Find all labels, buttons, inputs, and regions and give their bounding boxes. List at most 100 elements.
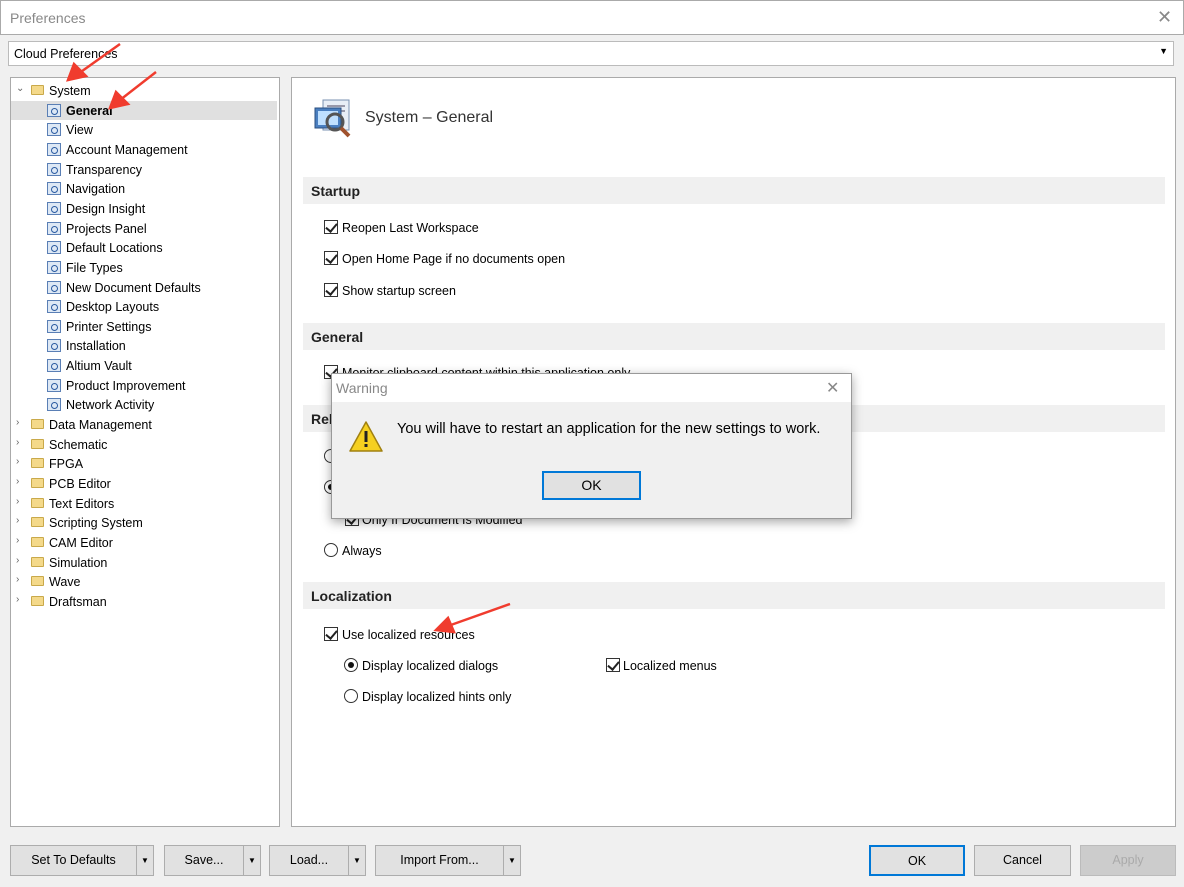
tree-item[interactable]: › PCB Editor	[11, 474, 277, 493]
tree-item[interactable]: Default Locations	[11, 238, 277, 257]
chevron-right-icon[interactable]: ›	[16, 496, 19, 507]
tree-item[interactable]: Design Insight	[11, 199, 277, 218]
tree-item[interactable]: Product Improvement	[11, 376, 277, 395]
localized-dialogs-radio[interactable]	[344, 658, 358, 672]
folder-icon	[31, 517, 44, 528]
tree-item-label: Text Editors	[49, 496, 115, 511]
tree-item-label: Product Improvement	[66, 378, 186, 393]
reopen-workspace-label: Reopen Last Workspace	[342, 221, 479, 235]
tree-item-label: General	[66, 103, 113, 118]
tree-item[interactable]: Network Activity	[11, 395, 277, 414]
tree-item[interactable]: File Types	[11, 258, 277, 277]
tree-item-label: View	[66, 123, 93, 138]
localized-dialogs-label: Display localized dialogs	[362, 659, 499, 673]
settings-page-icon	[47, 241, 61, 255]
tree-item[interactable]: › Scripting System	[11, 513, 277, 532]
tree-item[interactable]: › FPGA	[11, 454, 277, 473]
settings-page-icon	[47, 221, 61, 235]
tree-item-label: Default Locations	[66, 241, 163, 256]
tree-item[interactable]: View	[11, 120, 277, 139]
save-menu-chevron-icon[interactable]: ▼	[243, 845, 261, 876]
always-label: Always	[342, 544, 382, 558]
save-button[interactable]: Save...	[164, 845, 244, 876]
chevron-right-icon[interactable]: ›	[16, 437, 19, 448]
folder-icon	[31, 497, 44, 508]
import-menu-chevron-icon[interactable]: ▼	[503, 845, 521, 876]
use-localized-label: Use localized resources	[342, 628, 475, 642]
tree-item[interactable]: › Simulation	[11, 553, 277, 572]
open-home-page-label: Open Home Page if no documents open	[342, 252, 566, 266]
tree-item-label: CAM Editor	[49, 535, 113, 550]
use-localized-checkbox[interactable]	[324, 627, 338, 641]
tree-item-label: Altium Vault	[66, 359, 132, 374]
settings-page-icon	[47, 162, 61, 176]
close-icon[interactable]: ✕	[1157, 7, 1172, 28]
tree-item[interactable]: Projects Panel	[11, 219, 277, 238]
dialog-title: Warning	[336, 380, 388, 396]
tree-item[interactable]: Navigation	[11, 179, 277, 198]
localized-menus-label: Localized menus	[623, 659, 717, 673]
tree-item[interactable]: Printer Settings	[11, 317, 277, 336]
import-from-button[interactable]: Import From...	[375, 845, 504, 876]
tree-item[interactable]: › Schematic	[11, 435, 277, 454]
tree-item[interactable]: New Document Defaults	[11, 278, 277, 297]
defaults-menu-chevron-icon[interactable]: ▼	[136, 845, 154, 876]
tree-item[interactable]: › Wave	[11, 572, 277, 591]
tree-item[interactable]: Account Management	[11, 140, 277, 159]
load-menu-chevron-icon[interactable]: ▼	[348, 845, 366, 876]
settings-page-icon	[47, 142, 61, 156]
tree-item[interactable]: Altium Vault	[11, 356, 277, 375]
tree-item-label: Desktop Layouts	[66, 300, 160, 315]
tree-item-label: Navigation	[66, 182, 126, 197]
ok-button[interactable]: OK	[869, 845, 965, 876]
startup-screen-label: Show startup screen	[342, 284, 456, 298]
folder-icon	[31, 85, 44, 95]
chevron-right-icon[interactable]: ›	[16, 555, 19, 566]
folder-icon	[31, 458, 44, 469]
title-bar: Preferences ✕	[0, 0, 1184, 35]
close-icon[interactable]: ✕	[826, 378, 839, 398]
tree-item[interactable]: General	[11, 100, 277, 120]
section-startup: Startup	[303, 177, 1165, 204]
load-button[interactable]: Load...	[269, 845, 349, 876]
apply-button[interactable]: Apply	[1080, 845, 1176, 876]
settings-page-icon	[47, 182, 61, 196]
chevron-right-icon[interactable]: ›	[16, 417, 19, 428]
tree-item[interactable]: › CAM Editor	[11, 533, 277, 552]
reopen-workspace-checkbox[interactable]	[324, 220, 338, 234]
tree-item-label: Draftsman	[49, 594, 107, 609]
chevron-right-icon[interactable]: ›	[16, 594, 19, 605]
tree-item[interactable]: Transparency	[11, 160, 277, 179]
localized-hints-radio[interactable]	[344, 689, 358, 703]
window-title: Preferences	[10, 10, 86, 26]
section-general: General	[303, 323, 1165, 350]
tree-item-label: Schematic	[49, 437, 108, 452]
chevron-right-icon[interactable]: ›	[16, 515, 19, 526]
tree-item[interactable]: › Text Editors	[11, 494, 277, 513]
set-to-defaults-button[interactable]: Set To Defaults	[10, 845, 137, 876]
dialog-ok-button[interactable]: OK	[542, 471, 641, 500]
open-home-page-checkbox[interactable]	[324, 251, 338, 265]
localized-menus-checkbox[interactable]	[606, 658, 620, 672]
tree-item[interactable]: › Data Management	[11, 415, 277, 434]
cancel-button[interactable]: Cancel	[974, 845, 1071, 876]
chevron-right-icon[interactable]: ›	[16, 456, 19, 467]
tree-item-label: File Types	[66, 260, 123, 275]
chevron-right-icon[interactable]: ›	[16, 535, 19, 546]
chevron-right-icon[interactable]: ›	[16, 476, 19, 487]
chevron-down-icon[interactable]: ⌄	[16, 83, 24, 94]
startup-screen-checkbox[interactable]	[324, 283, 338, 297]
tree-item[interactable]: Installation	[11, 336, 277, 355]
always-radio[interactable]	[324, 543, 338, 557]
tree-item[interactable]: Desktop Layouts	[11, 297, 277, 316]
tree-item[interactable]: › Draftsman	[11, 592, 277, 611]
chevron-right-icon[interactable]: ›	[16, 574, 19, 585]
chevron-down-icon: ▼	[1159, 46, 1168, 56]
folder-icon	[31, 419, 44, 430]
preferences-dropdown[interactable]: Cloud Preferences ▼	[8, 41, 1174, 66]
tree-item-label: Printer Settings	[66, 319, 152, 334]
tree-item[interactable]: ⌄ System	[11, 81, 277, 100]
settings-page-icon	[47, 359, 61, 373]
settings-page-icon	[47, 103, 61, 117]
tree-item-label: Data Management	[49, 418, 152, 433]
